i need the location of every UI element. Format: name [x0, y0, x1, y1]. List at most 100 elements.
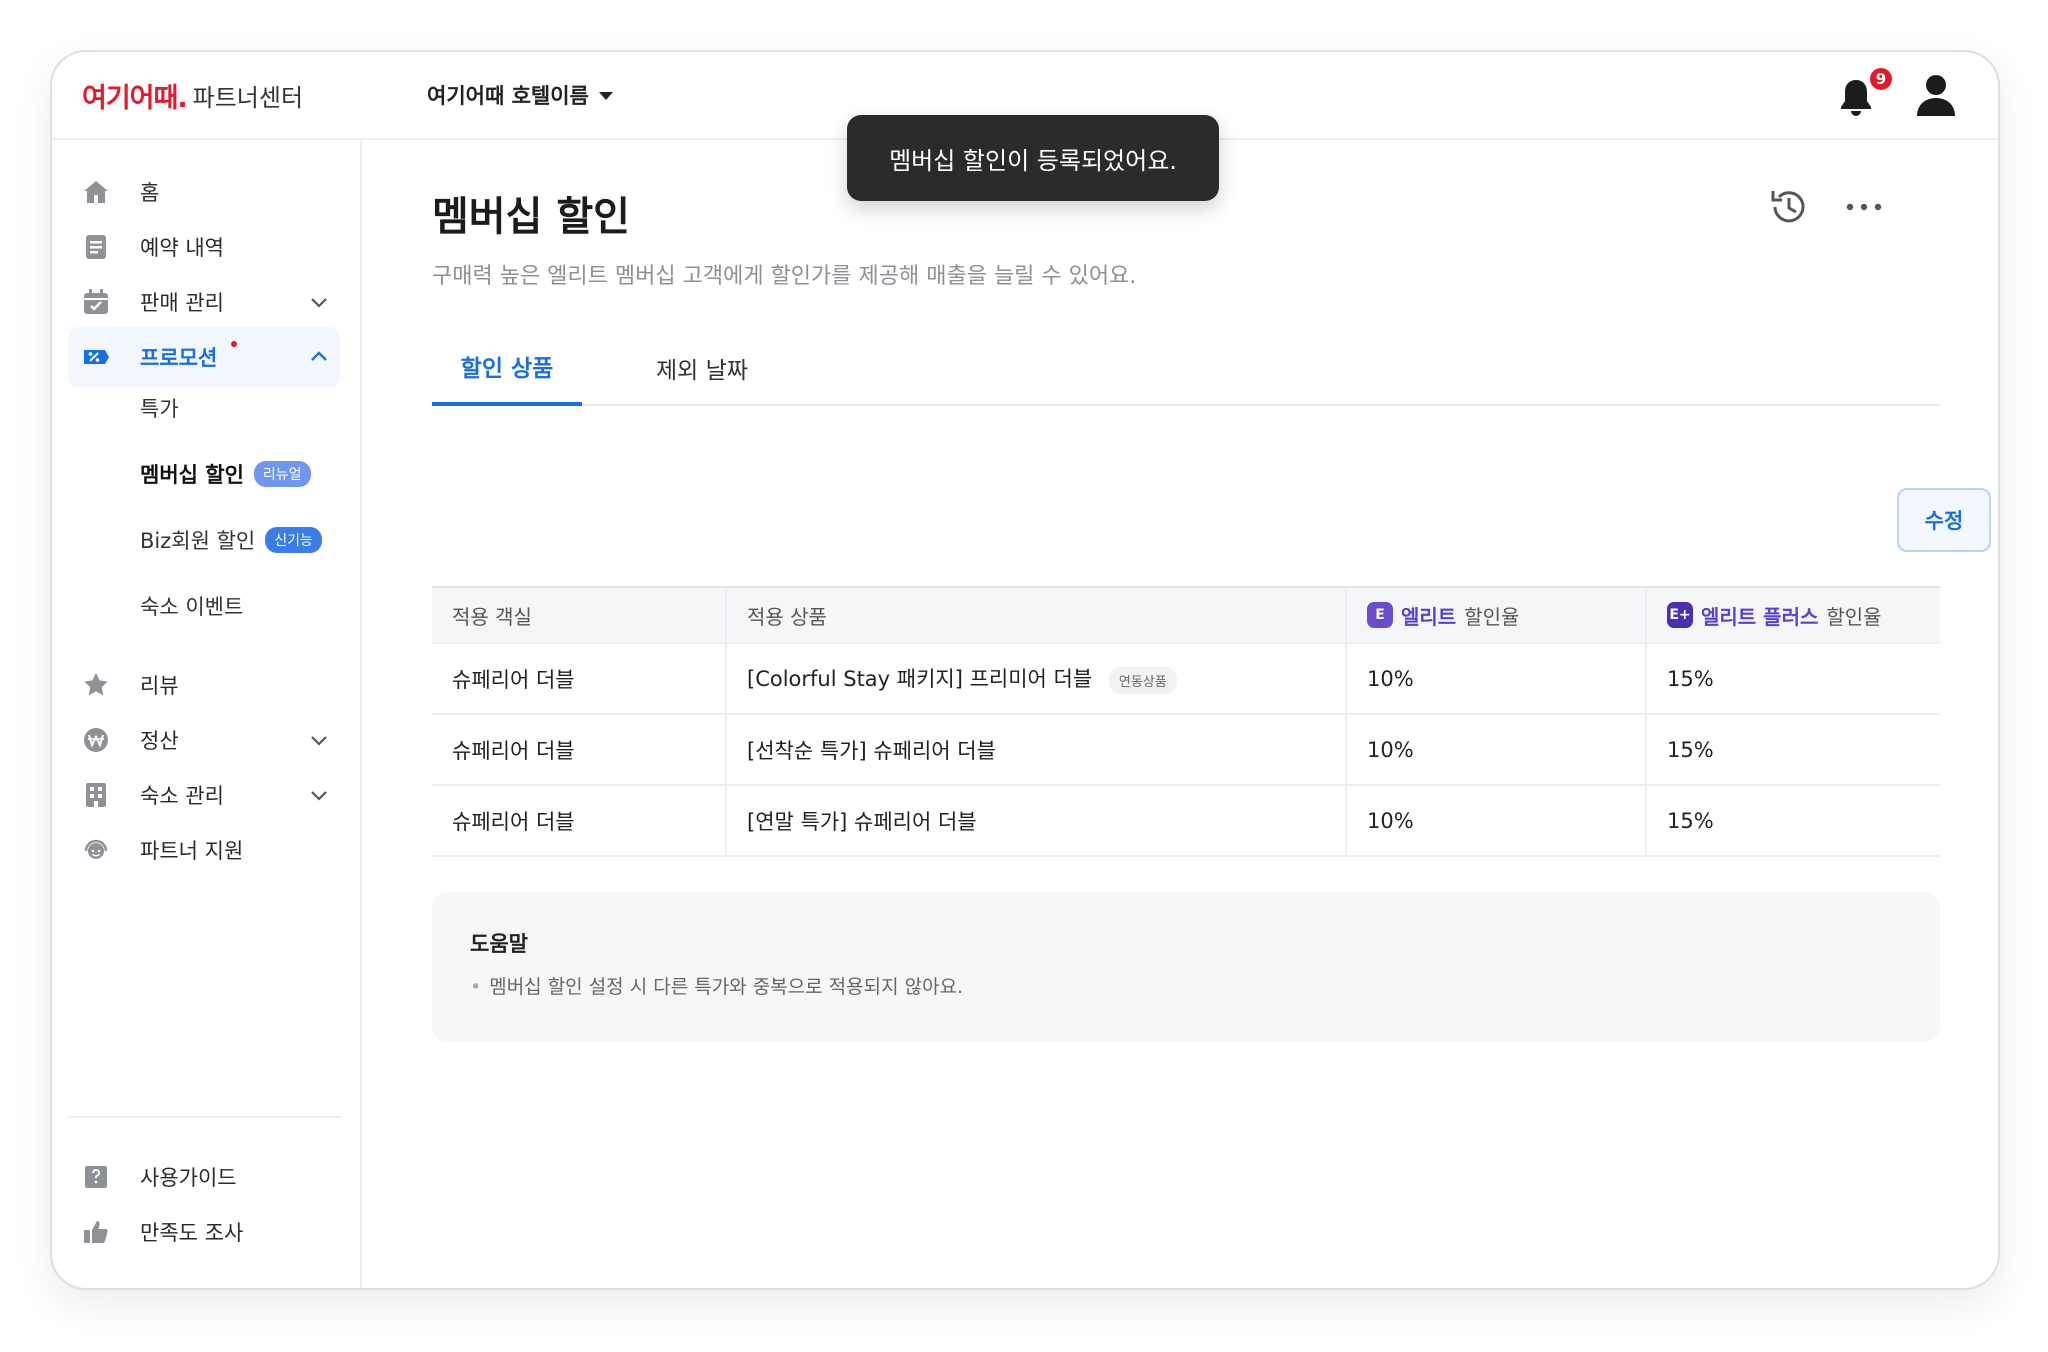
sidebar-subitem-label: 멤버십 할인 [140, 463, 244, 487]
toast-message: 멤버십 할인이 등록되었어요. [847, 115, 1219, 201]
help-title: 도움말 [470, 932, 528, 956]
renewal-badge: 리뉴얼 [253, 461, 311, 487]
thumbs-up-icon [84, 1221, 108, 1243]
new-feature-badge: 신기능 [265, 527, 322, 553]
sidebar-item-reservations[interactable]: 예약 내역 [68, 217, 340, 277]
main-content: 멤버십 할인 구매력 높은 엘리트 멤버십 고객에게 할인가를 제공해 매출을 … [362, 140, 1998, 1288]
sidebar-item-sales[interactable]: 판매 관리 [68, 272, 340, 332]
linked-product-tag: 연동상품 [1108, 666, 1177, 694]
header-elite: E 엘리트 할인율 [1345, 586, 1646, 644]
header-product: 적용 상품 [725, 586, 1346, 644]
help-item: • 멤버십 할인 설정 시 다른 특가와 중복으로 적용되지 않아요. [470, 972, 963, 999]
sidebar-subitem-label: 숙소 이벤트 [140, 595, 244, 619]
won-coin-icon [84, 728, 108, 752]
tab-bar: 할인 상품 제외 날짜 [432, 330, 1940, 406]
sidebar-item-label: 숙소 관리 [140, 784, 224, 808]
sidebar-item-satisfaction-survey[interactable]: 만족도 조사 [68, 1202, 340, 1262]
elite-plus-suffix: 할인율 [1826, 604, 1882, 629]
guide-book-icon [85, 1166, 107, 1188]
new-dot [231, 341, 237, 347]
table-row: 슈페리어 더블 [선착순 특가] 슈페리어 더블 10% 15% [432, 714, 1940, 786]
chevron-down-icon [311, 736, 327, 746]
elite-suffix: 할인율 [1464, 604, 1520, 629]
sidebar-subitem-event[interactable]: 숙소 이벤트 [140, 586, 243, 626]
cell-room: 슈페리어 더블 [432, 785, 726, 857]
chevron-down-icon [311, 298, 327, 308]
cell-elite-plus-rate: 15% [1645, 785, 1940, 857]
home-icon [84, 181, 108, 203]
elite-icon: E [1367, 602, 1393, 628]
tab-excluded-dates[interactable]: 제외 날짜 [632, 330, 772, 406]
help-box: 도움말 • 멤버십 할인 설정 시 다른 특가와 중복으로 적용되지 않아요. [432, 892, 1940, 1042]
cell-elite-rate: 10% [1345, 643, 1646, 715]
table-row: 슈페리어 더블 [Colorful Stay 패키지] 프리미어 더블 연동상품… [432, 643, 1940, 715]
sidebar-item-label: 예약 내역 [140, 236, 224, 260]
sidebar-item-label: 사용가이드 [140, 1166, 237, 1190]
sidebar-item-label: 리뷰 [140, 674, 179, 698]
sidebar-item-user-guide[interactable]: 사용가이드 [68, 1147, 340, 1207]
headset-icon [84, 839, 108, 859]
document-icon [86, 235, 106, 259]
bullet-icon: • [470, 976, 482, 998]
edit-button[interactable]: 수정 [1897, 488, 1991, 552]
sidebar-item-label: 파트너 지원 [140, 839, 244, 863]
cell-product: [Colorful Stay 패키지] 프리미어 더블 연동상품 [725, 643, 1346, 715]
calendar-icon [84, 289, 108, 314]
notification-badge: 9 [1868, 66, 1894, 92]
header-elite-plus: E+ 엘리트 플러스 할인율 [1645, 586, 1940, 644]
sidebar-item-label: 프로모션 [140, 346, 218, 370]
cell-product: [선착순 특가] 슈페리어 더블 [725, 714, 1346, 786]
cell-elite-rate: 10% [1345, 785, 1646, 857]
discount-table: 적용 객실 적용 상품 E 엘리트 할인율 E+ 엘리트 플러스 할인율 슈페리… [432, 586, 1940, 857]
sidebar-divider [68, 1116, 342, 1118]
sidebar-item-promotion[interactable]: 프로모션 [68, 327, 340, 387]
sidebar-subitem-biz-discount[interactable]: Biz회원 할인 신기능 [140, 520, 322, 560]
page-title: 멤버십 할인 [432, 194, 630, 240]
cell-room: 슈페리어 더블 [432, 714, 726, 786]
sidebar-item-label: 판매 관리 [140, 291, 224, 315]
sidebar-item-settlement[interactable]: 정산 [68, 710, 340, 770]
sidebar-item-label: 만족도 조사 [140, 1221, 244, 1245]
table-header-row: 적용 객실 적용 상품 E 엘리트 할인율 E+ 엘리트 플러스 할인율 [432, 586, 1940, 644]
elite-plus-icon: E+ [1667, 602, 1693, 628]
sidebar-item-label: 정산 [140, 729, 179, 753]
star-icon [84, 673, 108, 696]
cell-elite-plus-rate: 15% [1645, 714, 1940, 786]
sidebar: 홈 예약 내역 판매 관리 프로모션 특가 멤버십 할인 리뉴얼 Biz회원 할… [52, 140, 362, 1288]
app-window: 여기어때. 파트너센터 여기어때 호텔이름 9 멤버십 할인이 등록되었어요. … [50, 50, 2000, 1290]
cell-room: 슈페리어 더블 [432, 643, 726, 715]
cell-elite-plus-rate: 15% [1645, 643, 1940, 715]
brand-logo[interactable]: 여기어때. 파트너센터 [82, 76, 303, 115]
page-subtitle: 구매력 높은 엘리트 멤버십 고객에게 할인가를 제공해 매출을 늘릴 수 있어… [432, 264, 1137, 289]
elite-plus-name: 엘리트 플러스 [1701, 604, 1819, 629]
product-name: [Colorful Stay 패키지] 프리미어 더블 [747, 667, 1093, 692]
sidebar-item-partner-support[interactable]: 파트너 지원 [68, 820, 340, 880]
sidebar-item-label: 홈 [140, 181, 160, 205]
header-room: 적용 객실 [432, 586, 726, 644]
caret-down-icon [598, 92, 613, 100]
history-icon[interactable] [1767, 185, 1811, 229]
cell-product: [연말 특가] 슈페리어 더블 [725, 785, 1346, 857]
user-profile-icon[interactable] [1914, 72, 1958, 118]
hotel-selector[interactable]: 여기어때 호텔이름 [427, 80, 613, 110]
table-row: 슈페리어 더블 [연말 특가] 슈페리어 더블 10% 15% [432, 785, 1940, 857]
more-options-icon[interactable] [1842, 190, 1886, 224]
logo-subtitle: 파트너센터 [192, 84, 304, 112]
sidebar-item-home[interactable]: 홈 [68, 162, 340, 222]
percent-tag-icon [84, 350, 109, 364]
cell-elite-rate: 10% [1345, 714, 1646, 786]
sidebar-subitem-membership-discount[interactable]: 멤버십 할인 리뉴얼 [140, 454, 311, 494]
logo-mark: 여기어때. [82, 83, 188, 114]
hotel-name: 여기어때 호텔이름 [427, 84, 589, 108]
sidebar-item-reviews[interactable]: 리뷰 [68, 655, 340, 715]
building-icon [86, 783, 106, 807]
sidebar-item-property[interactable]: 숙소 관리 [68, 765, 340, 825]
elite-name: 엘리트 [1401, 604, 1457, 629]
chevron-down-icon [311, 791, 327, 801]
tab-discount-products[interactable]: 할인 상품 [432, 330, 582, 406]
chevron-up-icon [311, 351, 327, 361]
sidebar-subitem-label: Biz회원 할인 [140, 529, 256, 553]
help-item-text: 멤버십 할인 설정 시 다른 특가와 중복으로 적용되지 않아요. [489, 976, 964, 998]
sidebar-subitem-label: 특가 [140, 397, 179, 421]
sidebar-subitem-special-price[interactable]: 특가 [140, 388, 179, 428]
